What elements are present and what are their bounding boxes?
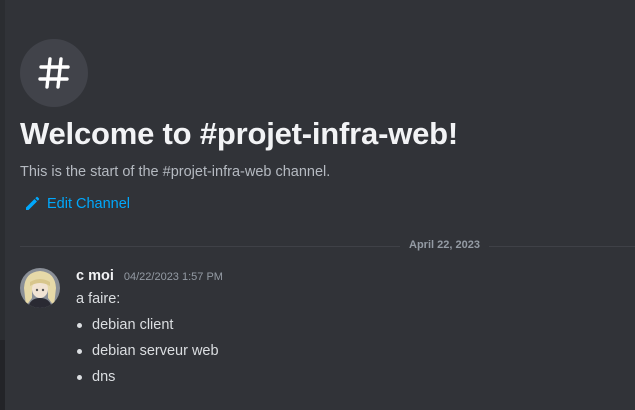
bullet-icon — [77, 375, 82, 380]
message-timestamp: 04/22/2023 1:57 PM — [123, 271, 223, 283]
message-header: c moi 04/22/2023 1:57 PM — [76, 268, 223, 284]
bullet-icon — [77, 323, 82, 328]
list-item-text: debian client — [92, 317, 174, 333]
channel-hash-icon — [20, 39, 88, 107]
edit-channel-button[interactable]: Edit Channel — [24, 196, 130, 212]
message-bullet-list: debian client debian serveur web dns — [76, 314, 219, 392]
list-item: debian serveur web — [76, 340, 219, 366]
date-divider-line — [20, 246, 635, 247]
list-item-text: dns — [92, 369, 116, 385]
list-item: dns — [76, 366, 219, 392]
message-author[interactable]: c moi — [76, 268, 114, 284]
sidebar-edge — [0, 0, 5, 410]
hash-icon — [38, 57, 70, 89]
date-divider-label: April 22, 2023 — [400, 239, 489, 251]
avatar-image — [20, 268, 60, 308]
channel-welcome-subtitle: This is the start of the #projet-infra-w… — [20, 164, 331, 180]
list-item: debian client — [76, 314, 219, 340]
edit-channel-label: Edit Channel — [47, 196, 131, 212]
message-text: a faire: — [76, 291, 121, 307]
bullet-icon — [77, 349, 82, 354]
channel-welcome-title: Welcome to #projet-infra-web! — [20, 116, 459, 151]
list-item-text: debian serveur web — [92, 343, 219, 359]
user-avatar[interactable] — [20, 268, 60, 308]
pencil-icon — [26, 196, 40, 210]
sidebar-edge-lower — [0, 340, 5, 410]
